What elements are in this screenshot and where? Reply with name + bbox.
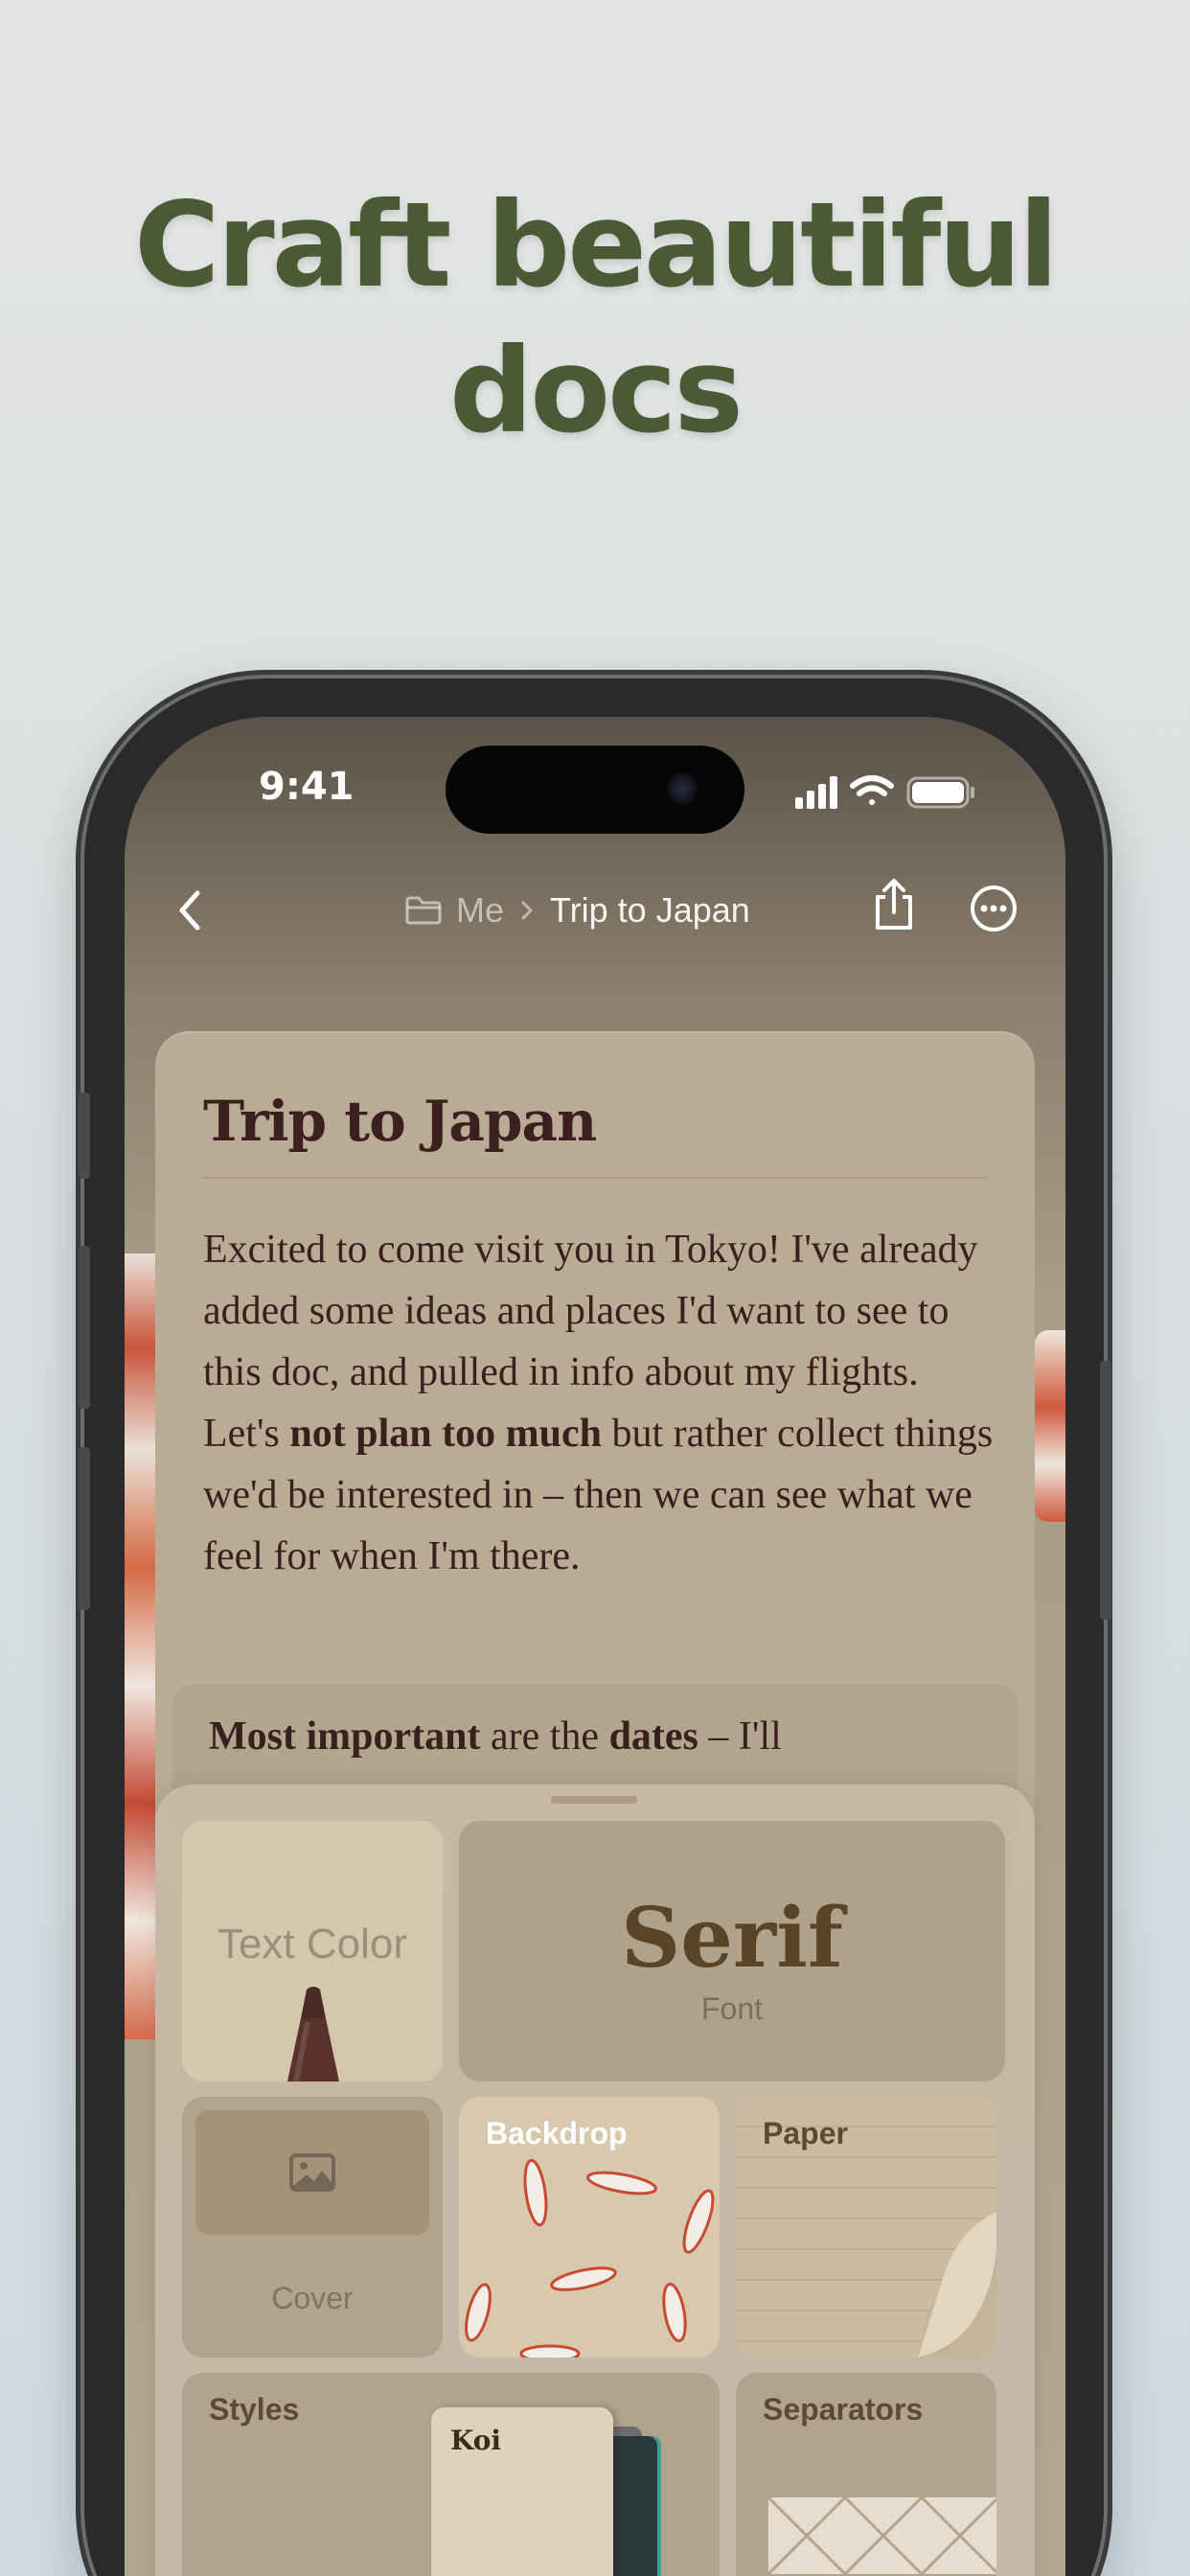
font-tile[interactable]: Serif Font <box>459 1821 1005 2082</box>
dynamic-island <box>446 746 744 834</box>
breadcrumb-parent[interactable]: Me <box>456 890 504 931</box>
pen-icon <box>287 1987 339 2082</box>
page-curl-icon <box>851 2212 996 2358</box>
cellular-signal-icon <box>795 776 837 809</box>
text-color-tile[interactable]: Text Color <box>182 1821 443 2082</box>
separator-pattern-image <box>768 2497 996 2574</box>
backdrop-label: Backdrop <box>486 2116 628 2150</box>
phone-power-button <box>1100 1361 1111 1620</box>
status-icons <box>795 775 974 809</box>
chevron-right-icon <box>521 901 534 920</box>
cover-placeholder <box>195 2110 429 2235</box>
styles-tile[interactable]: Styles Koi <box>182 2373 720 2576</box>
style-card-koi[interactable]: Koi <box>431 2407 613 2576</box>
styles-label: Styles <box>209 2392 300 2426</box>
document-card[interactable]: Trip to Japan Excited to come visit you … <box>155 1031 1035 1894</box>
battery-icon <box>906 776 974 809</box>
phone-volume-up <box>79 1246 90 1409</box>
breadcrumb: Me Trip to Japan <box>404 886 750 935</box>
backdrop-tile[interactable]: Backdrop <box>459 2097 720 2358</box>
style-card-name: Koi <box>450 2425 502 2456</box>
back-chevron-icon[interactable] <box>171 886 209 935</box>
title-divider <box>203 1177 987 1179</box>
separators-tile[interactable]: Separators <box>736 2373 996 2576</box>
callout-bold-2: dates <box>608 1714 698 1759</box>
paper-label: Paper <box>763 2116 848 2150</box>
status-time: 9:41 <box>259 765 355 809</box>
callout-text-1: are the <box>480 1714 609 1759</box>
phone-silent-switch <box>79 1092 90 1179</box>
font-label: Font <box>700 1991 764 2026</box>
sheet-grabber[interactable] <box>551 1796 637 1804</box>
marketing-headline: Craft beautiful docs <box>0 172 1190 464</box>
document-title[interactable]: Trip to Japan <box>203 1089 597 1154</box>
koi-backdrop-right <box>1035 1330 1065 1522</box>
phone-screen: 9:41 Me Trip to Japan Trip to Japan Exci… <box>125 717 1065 2576</box>
koi-backdrop-left <box>125 1254 157 2039</box>
callout-text-2: – I'll <box>698 1714 782 1759</box>
separators-label: Separators <box>763 2392 924 2426</box>
share-icon[interactable] <box>872 878 916 932</box>
cover-label: Cover <box>271 2281 354 2315</box>
more-options-icon[interactable] <box>970 885 1018 932</box>
font-value: Serif <box>621 1890 843 1987</box>
headline-line-1: Craft beautiful <box>133 177 1059 313</box>
headline-line-2: docs <box>448 323 744 459</box>
text-color-label: Text Color <box>217 1920 408 1967</box>
callout-text: Most important are the dates – I'll <box>209 1714 782 1760</box>
style-sheet: Text Color Serif Font Cover Backdrop Pap… <box>155 1784 1035 2576</box>
document-body[interactable]: Excited to come visit you in Tokyo! I've… <box>203 1219 998 1587</box>
callout-bold-1: Most important <box>209 1714 481 1759</box>
folder-icon <box>405 896 442 925</box>
cover-tile[interactable]: Cover <box>182 2097 443 2358</box>
breadcrumb-current[interactable]: Trip to Japan <box>550 890 750 931</box>
paper-tile[interactable]: Paper <box>736 2097 996 2358</box>
camera-lens <box>666 772 698 805</box>
body-bold-1: not plan too much <box>289 1412 602 1456</box>
phone-volume-down <box>79 1447 90 1610</box>
image-icon <box>289 2153 335 2192</box>
wifi-icon <box>850 775 894 805</box>
origami-pattern-image <box>469 2561 584 2576</box>
